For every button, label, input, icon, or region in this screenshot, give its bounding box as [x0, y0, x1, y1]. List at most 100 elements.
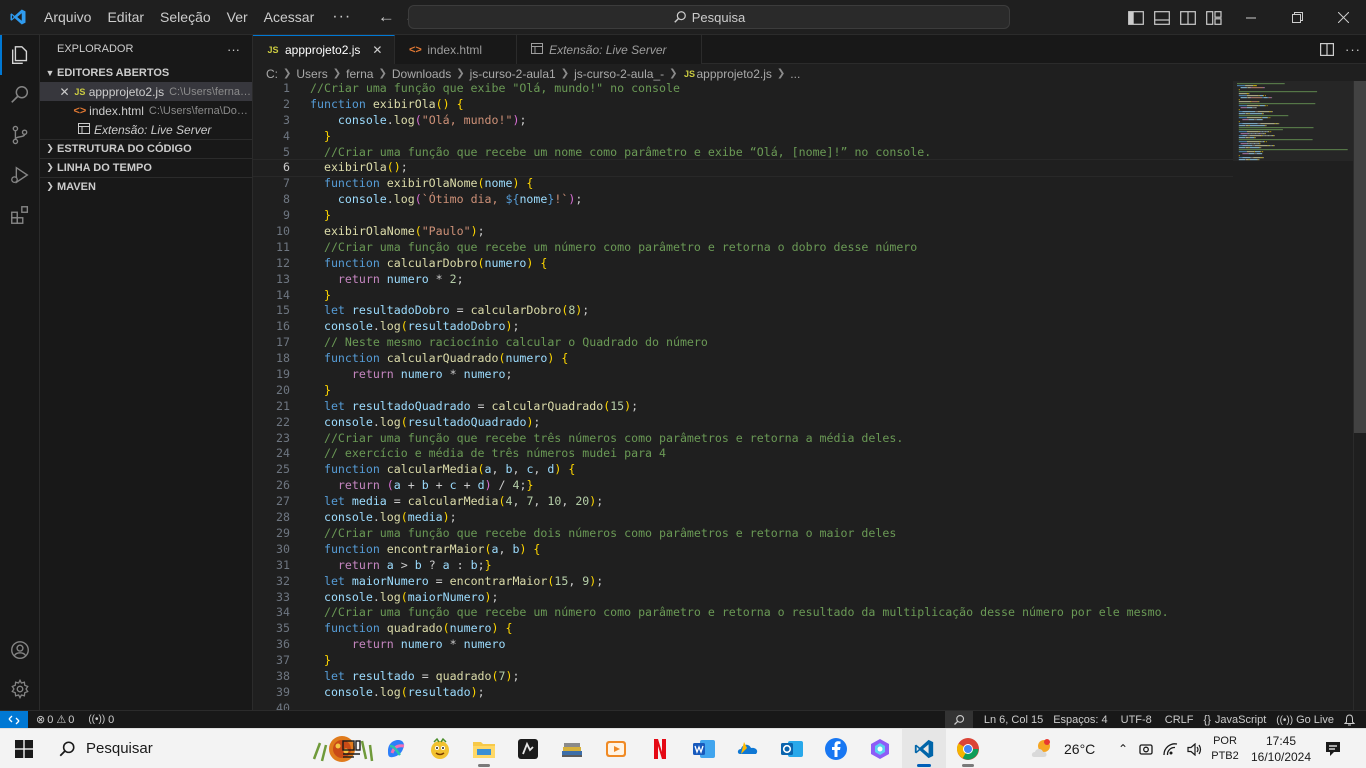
- app-icon-dark[interactable]: [506, 729, 550, 768]
- code-line[interactable]: 12 function calcularDobro(numero) {: [253, 256, 1233, 272]
- menu-ver[interactable]: Ver: [219, 0, 256, 35]
- vscode-taskbar-icon[interactable]: [902, 728, 946, 768]
- settings-gear-icon[interactable]: [0, 669, 40, 709]
- command-center-search[interactable]: Pesquisa: [408, 5, 1010, 29]
- minimap[interactable]: [1233, 81, 1353, 161]
- code-line[interactable]: 34 //Criar uma função que recebe um núme…: [253, 605, 1233, 621]
- code-line[interactable]: 22 console.log(resultadoQuadrado);: [253, 415, 1233, 431]
- outlook-icon[interactable]: [770, 729, 814, 768]
- split-editor-icon[interactable]: [1314, 32, 1340, 67]
- code-line[interactable]: 33 console.log(maiorNumero);: [253, 590, 1233, 606]
- toggle-panel-icon[interactable]: [1149, 0, 1175, 35]
- tab-live-server[interactable]: Extensão: Live Server ✕: [517, 35, 702, 64]
- section-timeline[interactable]: ❯ LINHA DO TEMPO: [40, 158, 252, 176]
- close-window-button[interactable]: [1320, 0, 1366, 35]
- code-line[interactable]: 1 //Criar uma função que exibe "Olá, mund…: [253, 81, 1233, 97]
- volume-icon[interactable]: [1182, 742, 1206, 756]
- code-line[interactable]: 18 function calcularQuadrado(numero) {: [253, 351, 1233, 367]
- breadcrumb-item[interactable]: Downloads: [392, 67, 451, 81]
- task-view-icon[interactable]: [330, 729, 374, 768]
- file-explorer-icon[interactable]: [462, 729, 506, 768]
- language-mode[interactable]: {} JavaScript: [1199, 714, 1272, 726]
- remote-indicator-icon[interactable]: [0, 710, 28, 729]
- weather-widget[interactable]: 26°C: [1030, 729, 1095, 768]
- menu-arquivo[interactable]: Arquivo: [36, 0, 99, 35]
- input-language[interactable]: POR PTB2: [1206, 729, 1244, 768]
- tab-appprojeto2[interactable]: JS appprojeto2.js ✕: [253, 35, 396, 64]
- chrome-icon[interactable]: [946, 729, 990, 768]
- code-line[interactable]: 25 function calcularMedia(a, b, c, d) {: [253, 462, 1233, 478]
- menu-selecao[interactable]: Seleção: [152, 0, 219, 35]
- code-line[interactable]: 31 return a > b ? a : b;}: [253, 558, 1233, 574]
- windows-start-icon[interactable]: [0, 729, 48, 768]
- notification-center-icon[interactable]: [1318, 729, 1348, 768]
- code-line[interactable]: 10 exibirOlaNome("Paulo");: [253, 224, 1233, 240]
- code-line[interactable]: 28 console.log(media);: [253, 510, 1233, 526]
- code-line[interactable]: 29 //Criar uma função que recebe dois nú…: [253, 526, 1233, 542]
- open-editor-appprojeto2[interactable]: ✕ JS appprojeto2.js C:\Users\ferna\Do...: [40, 82, 252, 101]
- network-icon[interactable]: [1158, 742, 1182, 756]
- code-line[interactable]: 2 function exibirOla() {: [253, 97, 1233, 113]
- menu-more-icon[interactable]: ···: [322, 8, 361, 26]
- explorer-icon[interactable]: [0, 35, 40, 75]
- breadcrumb-item[interactable]: Users: [296, 67, 327, 81]
- app-icon-books[interactable]: [550, 729, 594, 768]
- breadcrumb-item[interactable]: js-curso-2-aula_-: [574, 67, 664, 81]
- open-editor-index-html[interactable]: <> index.html C:\Users\ferna\Downl...: [40, 101, 252, 120]
- code-line[interactable]: 32 let maiorNumero = encontrarMaior(15, …: [253, 574, 1233, 590]
- minimize-button[interactable]: [1228, 0, 1274, 35]
- word-icon[interactable]: [682, 729, 726, 768]
- breadcrumb-item[interactable]: js-curso-2-aula1: [470, 67, 556, 81]
- onedrive-icon[interactable]: [726, 729, 770, 768]
- editor-more-actions-icon[interactable]: ···: [1340, 32, 1366, 67]
- breadcrumb-item[interactable]: C:: [266, 67, 278, 81]
- accounts-icon[interactable]: [0, 630, 40, 670]
- code-line[interactable]: 17 // Neste mesmo raciocínio calcular o …: [253, 335, 1233, 351]
- copilot-icon[interactable]: [374, 729, 418, 768]
- code-line[interactable]: 15 let resultadoDobro = calcularDobro(8)…: [253, 303, 1233, 319]
- code-line[interactable]: 4 }: [253, 129, 1233, 145]
- code-line[interactable]: 16 console.log(resultadoDobro);: [253, 319, 1233, 335]
- code-line[interactable]: 37 }: [253, 653, 1233, 669]
- code-line[interactable]: 6 exibirOla();: [253, 159, 1233, 178]
- code-line[interactable]: 26 return (a + b + c + d) / 4;}: [253, 478, 1233, 494]
- code-line[interactable]: 27 let media = calcularMedia(4, 7, 10, 2…: [253, 494, 1233, 510]
- code-line[interactable]: 39 console.log(resultado);: [253, 685, 1233, 701]
- source-control-icon[interactable]: [0, 115, 40, 155]
- code-line[interactable]: 21 let resultadoQuadrado = calcularQuadr…: [253, 399, 1233, 415]
- code-line[interactable]: 7 function exibirOlaNome(nome) {: [253, 176, 1233, 192]
- open-editor-live-server[interactable]: Extensão: Live Server: [40, 120, 252, 139]
- game-character-app-icon[interactable]: [418, 729, 462, 768]
- code-line[interactable]: 35 function quadrado(numero) {: [253, 621, 1233, 637]
- code-line[interactable]: 20 }: [253, 383, 1233, 399]
- restore-button[interactable]: [1274, 0, 1320, 35]
- clock[interactable]: 17:45 16/10/2024: [1246, 729, 1316, 768]
- go-live-button[interactable]: ((•)) Go Live: [1271, 714, 1339, 726]
- close-icon[interactable]: ✕: [56, 85, 73, 99]
- code-line[interactable]: 30 function encontrarMaior(a, b) {: [253, 542, 1233, 558]
- cursor-position[interactable]: Ln 6, Col 15: [973, 714, 1048, 726]
- code-line[interactable]: 5 //Criar uma função que recebe um nome …: [253, 145, 1233, 161]
- section-open-editors[interactable]: ▼ EDITORES ABERTOS: [40, 64, 252, 82]
- end-of-line[interactable]: CRLF: [1157, 714, 1199, 726]
- code-editor[interactable]: 1 //Criar uma função que exibe "Olá, mund…: [253, 81, 1233, 710]
- camera-icon[interactable]: [1134, 742, 1158, 756]
- menu-editar[interactable]: Editar: [99, 0, 152, 35]
- customize-layout-icon[interactable]: [1201, 0, 1227, 35]
- code-line[interactable]: 14 }: [253, 288, 1233, 304]
- section-maven[interactable]: ❯ MAVEN: [40, 177, 252, 195]
- taskbar-search[interactable]: Pesquisar: [48, 729, 374, 768]
- indentation[interactable]: Espaços: 4: [1048, 714, 1112, 726]
- code-line[interactable]: 9 }: [253, 208, 1233, 224]
- facebook-icon[interactable]: [814, 729, 858, 768]
- toggle-primary-sidebar-icon[interactable]: [1123, 0, 1149, 35]
- code-line[interactable]: 23 //Criar uma função que recebe três nú…: [253, 431, 1233, 447]
- show-hidden-icons-chevron-icon[interactable]: ⌃: [1112, 742, 1134, 756]
- editor-scrollbar-thumb[interactable]: [1354, 81, 1366, 433]
- code-line[interactable]: 8 console.log(`Ótimo dia, ${nome}!`);: [253, 192, 1233, 208]
- notifications-bell-icon[interactable]: [1339, 714, 1360, 726]
- code-line[interactable]: 38 let resultado = quadrado(7);: [253, 669, 1233, 685]
- breadcrumb-item[interactable]: ferna: [346, 67, 373, 81]
- netflix-icon[interactable]: [638, 729, 682, 768]
- code-line[interactable]: 13 return numero * 2;: [253, 272, 1233, 288]
